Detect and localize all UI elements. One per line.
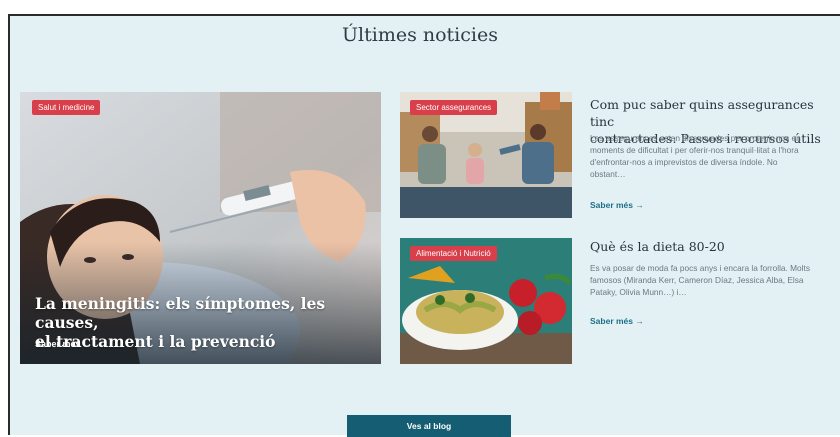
excerpt-line: Les assegurances estan dissenyades per p… <box>590 133 801 143</box>
article-excerpt: Les assegurances estan dissenyades per p… <box>590 132 835 180</box>
excerpt-line: Pataky, Olivia Munn…) i… <box>590 287 687 297</box>
article-title-line[interactable]: Què és la dieta 80-20 <box>590 238 835 255</box>
category-badge[interactable]: Salut i medicine <box>32 100 101 115</box>
featured-read-more-link[interactable]: Saber més → <box>35 339 92 349</box>
section-title: Últimes noticies <box>342 24 498 46</box>
article-title-line[interactable]: Com puc saber quins assegurances tinc <box>590 96 835 130</box>
article-title[interactable]: Què és la dieta 80-20 <box>590 238 835 255</box>
article-image-insurance[interactable]: Sector assegurances <box>400 92 572 218</box>
read-more-link[interactable]: Saber més → <box>590 200 644 210</box>
category-badge[interactable]: Alimentació i Nutrició <box>410 246 497 261</box>
excerpt-line: famosos (Miranda Kerr, Cameron Díaz, Jes… <box>590 275 804 285</box>
featured-article-card[interactable]: Salut i medicine La meningitis: els símp… <box>20 92 381 364</box>
excerpt-line: Es va posar de moda fa pocs anys i encar… <box>590 263 810 273</box>
article-excerpt: Es va posar de moda fa pocs anys i encar… <box>590 262 835 298</box>
read-more-link[interactable]: Saber més → <box>590 316 644 326</box>
excerpt-line: obstant… <box>590 169 626 179</box>
category-badge[interactable]: Sector assegurances <box>410 100 498 115</box>
excerpt-line: d'enfrontar-nos a imprevistos de diversa… <box>590 157 778 167</box>
article-image-nutrition[interactable]: Alimentació i Nutrició <box>400 238 572 364</box>
excerpt-line: moments de dificultat i per oferir-nos t… <box>590 145 799 155</box>
go-to-blog-button[interactable]: Ves al blog <box>347 415 511 437</box>
featured-title-line[interactable]: La meningitis: els símptomes, les causes… <box>35 294 355 332</box>
